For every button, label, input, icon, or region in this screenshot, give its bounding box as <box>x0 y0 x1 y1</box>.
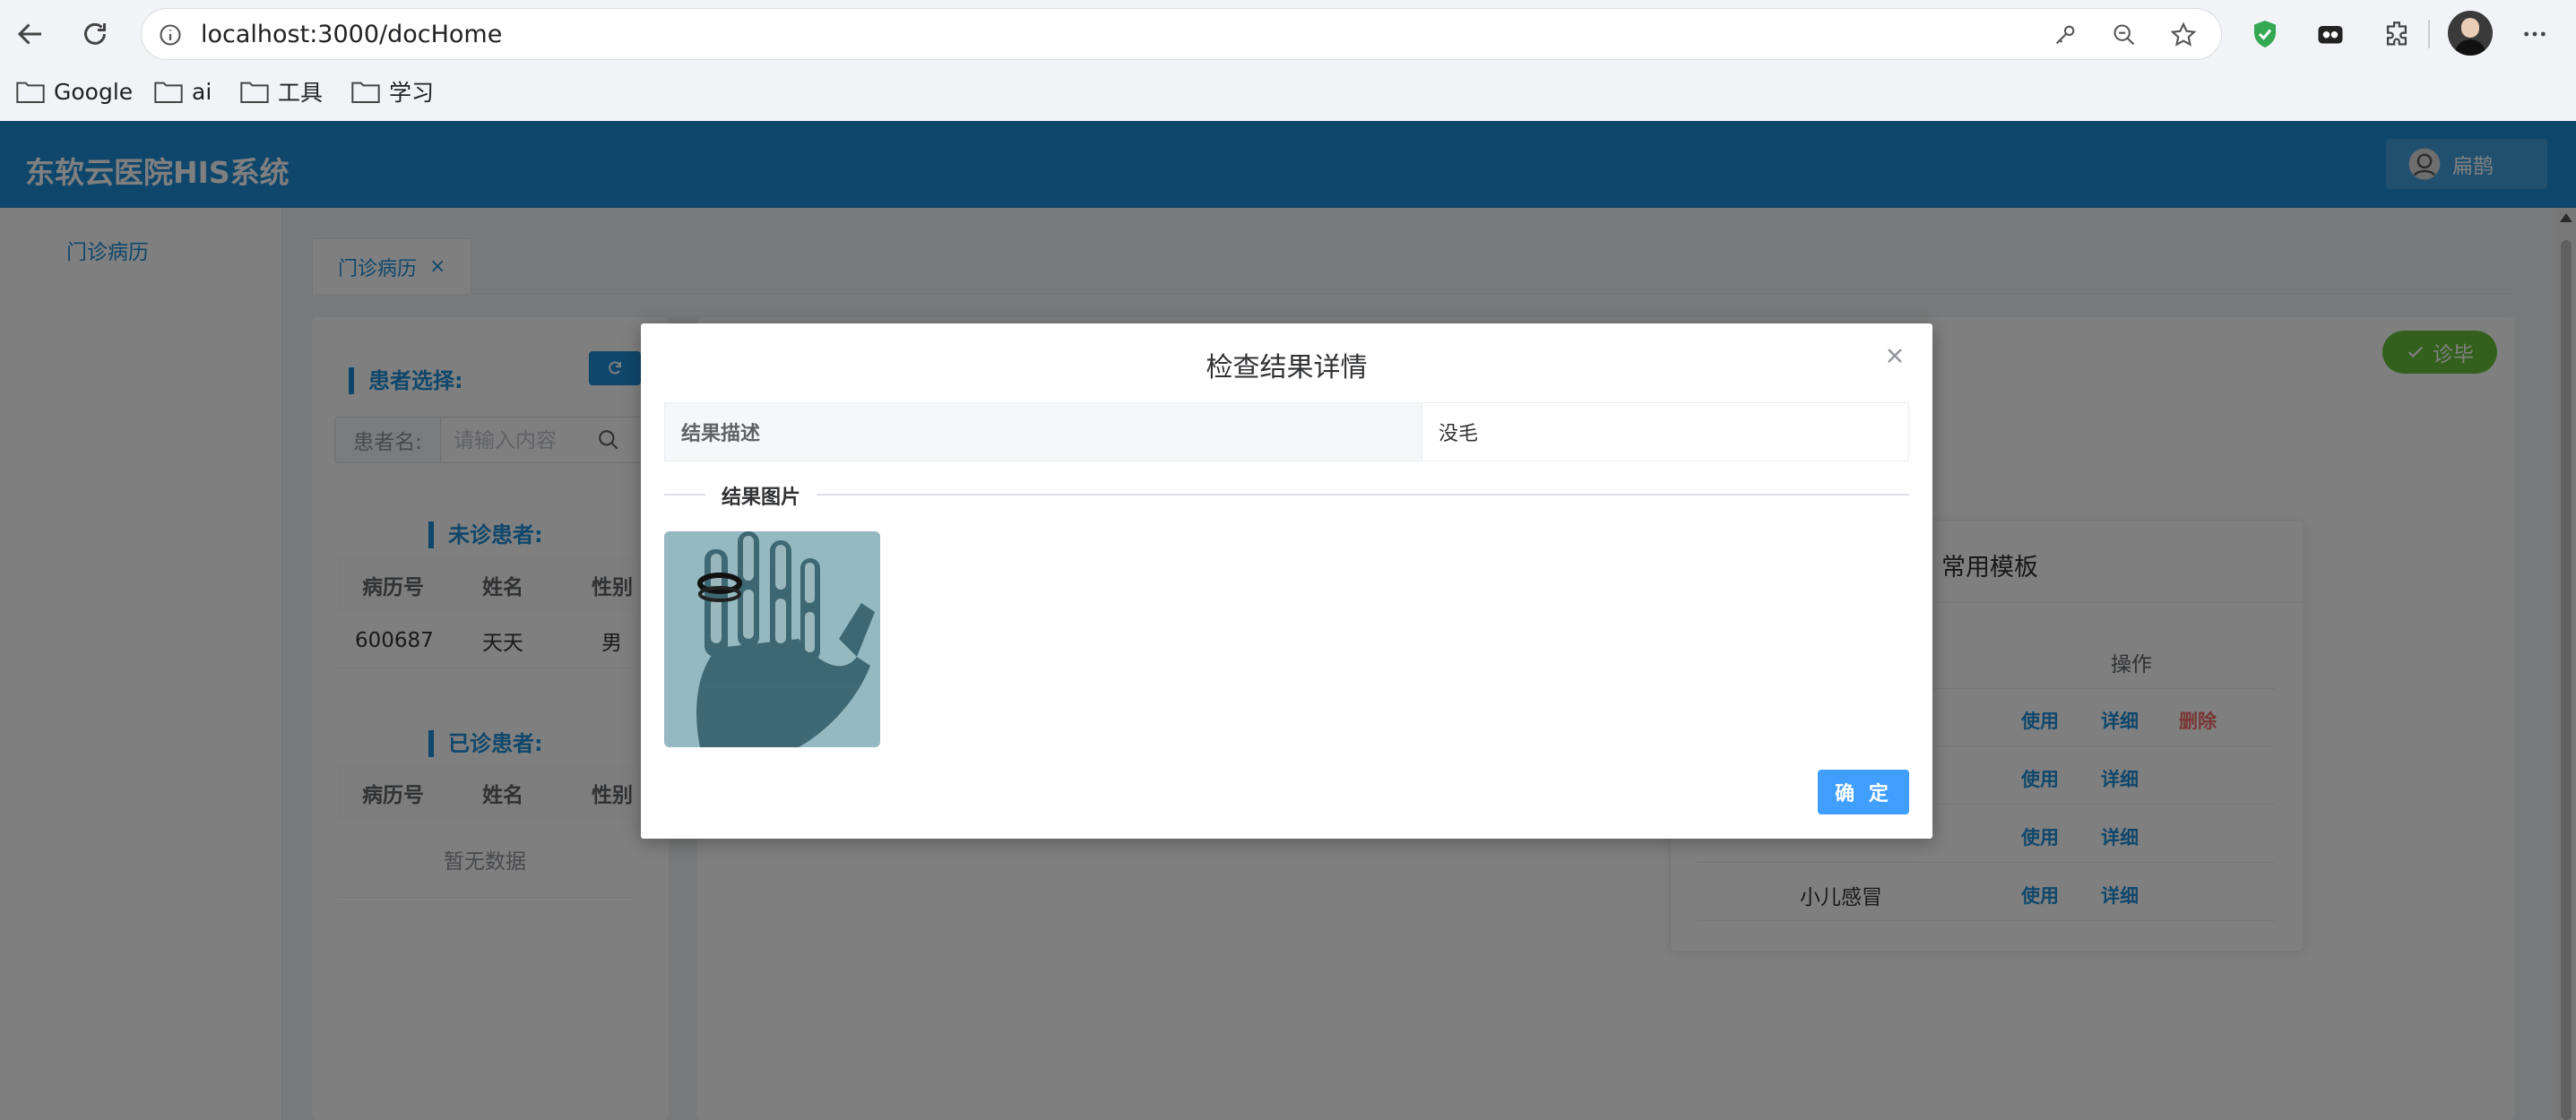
image-section-title: 结果图片 <box>705 481 817 510</box>
puzzle-icon[interactable] <box>2375 13 2418 56</box>
shield-extension-icon[interactable] <box>2243 13 2286 56</box>
star-icon[interactable] <box>2169 21 2198 49</box>
description-table: 结果描述 没毛 <box>664 402 1909 461</box>
result-detail-dialog: 检查结果详情 结果描述 没毛 结果图片 确 定 <box>641 323 1932 839</box>
bookmark-ai[interactable]: ai <box>154 73 212 109</box>
zoom-out-icon[interactable] <box>2112 22 2137 47</box>
reload-icon[interactable] <box>73 13 117 56</box>
address-bar[interactable]: localhost:3000/docHome <box>141 8 2222 60</box>
folder-icon <box>351 82 380 103</box>
dialog-title: 检查结果详情 <box>1206 352 1368 383</box>
toolbar-divider <box>2428 20 2430 48</box>
key-icon[interactable] <box>2053 22 2078 47</box>
folder-icon <box>154 82 183 103</box>
profile-avatar[interactable] <box>2448 11 2493 56</box>
result-image[interactable] <box>664 531 880 747</box>
close-icon[interactable] <box>1882 343 1907 368</box>
back-icon[interactable] <box>9 13 52 56</box>
more-icon[interactable] <box>2513 13 2556 56</box>
bookmark-tools[interactable]: 工具 <box>240 73 323 109</box>
bookmark-study[interactable]: 学习 <box>351 73 434 109</box>
bookmark-google[interactable]: Google <box>16 73 133 109</box>
confirm-button[interactable]: 确 定 <box>1818 770 1909 814</box>
description-value: 没毛 <box>1439 423 1479 445</box>
description-label: 结果描述 <box>665 403 1422 461</box>
folder-icon <box>240 82 269 103</box>
extension-icon[interactable] <box>2309 13 2352 56</box>
section-divider <box>664 494 1909 495</box>
folder-icon <box>16 82 45 103</box>
browser-chrome: localhost:3000/docHome Google ai 工具 学习 <box>0 0 2576 121</box>
url-text[interactable]: localhost:3000/docHome <box>201 21 502 48</box>
xray-hand-image <box>664 531 880 747</box>
info-icon[interactable] <box>158 22 183 47</box>
